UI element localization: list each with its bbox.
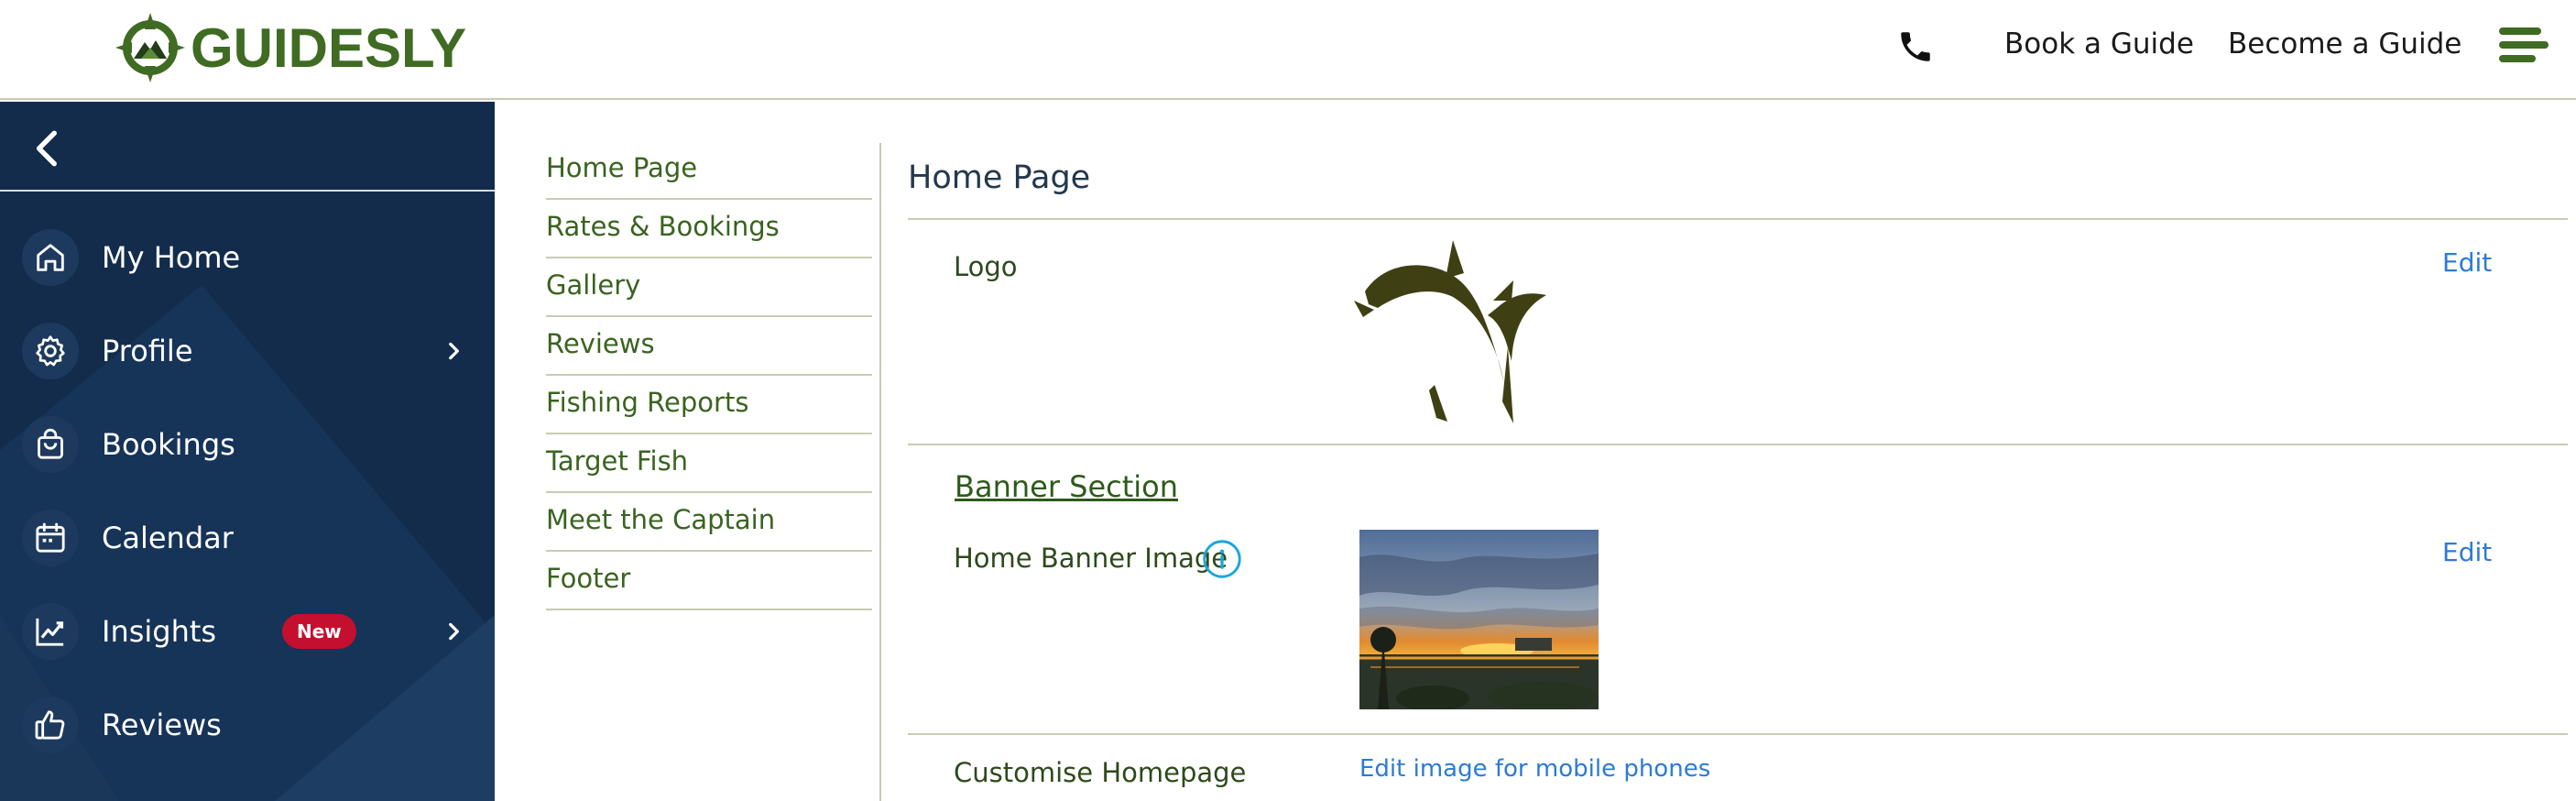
sidebar-item-label: Profile <box>102 334 193 368</box>
new-badge: New <box>282 614 356 649</box>
sidebar-item-my-home[interactable]: My Home <box>0 215 495 300</box>
logo-edit-link[interactable]: Edit <box>2442 247 2492 278</box>
section-divider <box>908 733 2568 735</box>
collapse-sidebar-chevron-icon[interactable] <box>26 126 71 171</box>
customise-homepage-label: Customise Homepage <box>954 757 1247 788</box>
section-link-reviews[interactable]: Reviews <box>546 317 872 376</box>
sidebar-item-label: Calendar <box>102 521 234 555</box>
top-header: GUIDESLY Book a Guide Become a Guide <box>0 0 2576 100</box>
sidebar-divider <box>0 190 495 192</box>
become-guide-link[interactable]: Become a Guide <box>2228 27 2461 60</box>
sidebar-item-label: Insights <box>102 614 217 649</box>
compass-logo-icon <box>115 13 185 82</box>
sidebar-icon-wrap <box>22 323 79 379</box>
sidebar-item-label: Reviews <box>102 708 222 742</box>
info-icon[interactable] <box>1202 539 1242 579</box>
banner-section-heading[interactable]: Banner Section <box>955 469 1178 504</box>
homepage-section-list: Home Page Rates & Bookings Gallery Revie… <box>546 141 872 610</box>
page-title: Home Page <box>908 159 1091 196</box>
phone-icon[interactable] <box>1896 27 1935 66</box>
trend-chart-icon <box>36 618 64 646</box>
shopping-bag-icon <box>38 428 63 459</box>
section-link-rates-bookings[interactable]: Rates & Bookings <box>546 200 872 258</box>
sidebar-item-profile[interactable]: Profile <box>0 309 495 393</box>
book-guide-link[interactable]: Book a Guide <box>2004 27 2194 60</box>
chevron-right-icon <box>449 622 459 641</box>
home-icon <box>37 244 64 271</box>
section-link-gallery[interactable]: Gallery <box>546 258 872 317</box>
sidebar-icon-wrap <box>22 229 79 286</box>
section-link-meet-the-captain[interactable]: Meet the Captain <box>546 493 872 552</box>
section-link-target-fish[interactable]: Target Fish <box>546 434 872 493</box>
banner-edit-link[interactable]: Edit <box>2442 537 2492 567</box>
edit-mobile-image-link[interactable]: Edit image for mobile phones <box>1359 755 1710 783</box>
section-link-footer[interactable]: Footer <box>546 552 872 610</box>
sidebar-icon-wrap <box>22 697 79 753</box>
sidebar-item-label: Bookings <box>102 427 235 462</box>
banner-sunset-image <box>1359 530 1599 709</box>
chevron-right-icon <box>449 342 459 360</box>
sidebar-item-label: My Home <box>102 240 241 275</box>
hamburger-menu-icon[interactable] <box>2499 27 2549 68</box>
sidebar-item-reviews[interactable]: Reviews <box>0 683 495 767</box>
calendar-icon <box>36 522 65 553</box>
sidebar-icon-wrap <box>22 510 79 566</box>
sidebar-icon-wrap <box>22 416 79 473</box>
thumbs-up-icon <box>35 710 65 740</box>
home-banner-image-label: Home Banner Image <box>954 543 1228 574</box>
gear-icon <box>36 335 65 367</box>
fish-hook-logo-image <box>1354 240 1546 423</box>
brand-logo[interactable]: GUIDESLY <box>114 11 466 84</box>
sidebar: My Home Profile Bookings Calendar Insigh… <box>0 102 495 801</box>
sidebar-item-bookings[interactable]: Bookings <box>0 402 495 487</box>
content-divider <box>879 143 881 801</box>
sidebar-icon-wrap <box>22 603 79 660</box>
section-divider <box>908 444 2568 445</box>
section-link-fishing-reports[interactable]: Fishing Reports <box>546 376 872 434</box>
brand-name: GUIDESLY <box>191 16 467 79</box>
sidebar-item-insights[interactable]: Insights New <box>0 589 495 674</box>
section-divider <box>908 218 2568 220</box>
logo-label: Logo <box>954 251 1018 282</box>
sidebar-item-calendar[interactable]: Calendar <box>0 496 495 580</box>
section-link-home-page[interactable]: Home Page <box>546 141 872 200</box>
